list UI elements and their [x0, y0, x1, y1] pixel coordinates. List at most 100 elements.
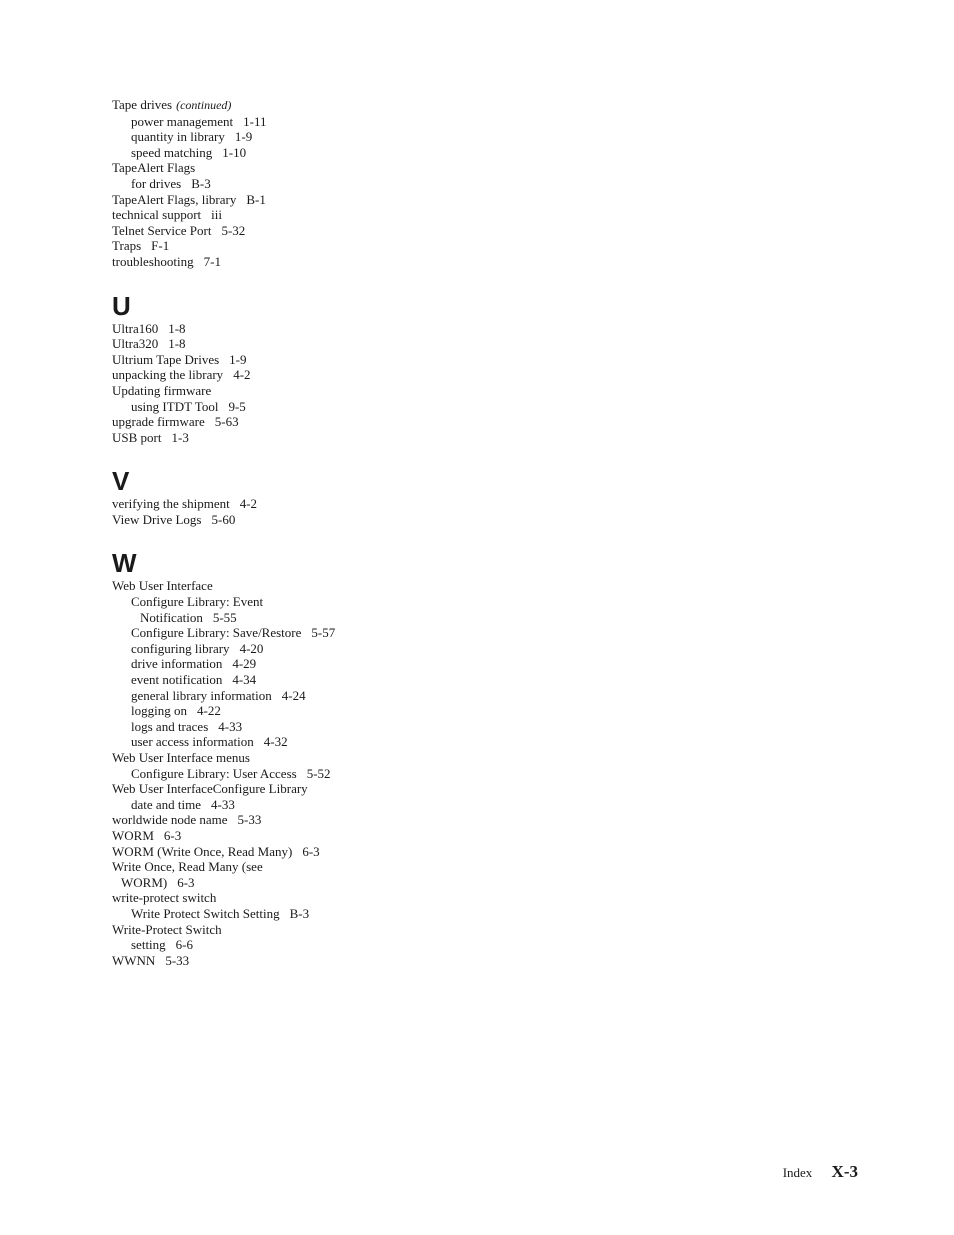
index-subentry: Write Protect Switch Setting B-3	[112, 906, 432, 922]
page-reference: 1-3	[171, 429, 189, 445]
index-subentry: Configure Library: Save/Restore 5-57	[112, 625, 432, 641]
entry-term: date and time	[131, 796, 202, 812]
entry-term: Write Protect Switch Setting	[131, 905, 280, 921]
entry-term: Configure Library: User Access	[131, 765, 297, 781]
entry-term: Web User Interface	[112, 578, 213, 594]
index-entry: View Drive Logs 5-60	[112, 512, 432, 528]
index-entry: Web User InterfaceConfigure Library	[112, 781, 432, 797]
index-subentry: WORM) 6-3	[112, 875, 432, 891]
page-reference: 5-55	[212, 609, 237, 625]
page-reference: 4-24	[281, 687, 306, 703]
page-reference: 9-5	[228, 398, 246, 414]
footer-page-number: X-3	[831, 1162, 858, 1181]
index-entry: verifying the shipment 4-2	[112, 496, 432, 512]
entry-term: Ultra320	[112, 336, 159, 352]
index-subentry: configuring library 4-20	[112, 641, 432, 657]
entry-term: write-protect switch	[112, 890, 217, 906]
entry-term: quantity in library	[131, 129, 225, 145]
index-entry: Write-Protect Switch	[112, 922, 432, 938]
page-reference: 6-3	[302, 843, 320, 859]
entry-term: Notification	[140, 609, 203, 625]
index-subentry: date and time 4-33	[112, 797, 432, 813]
entry-term: Configure Library: Event	[131, 594, 264, 610]
page-reference: 5-52	[306, 765, 331, 781]
entry-term: setting	[131, 937, 166, 953]
index-entry: WORM (Write Once, Read Many) 6-3	[112, 844, 432, 860]
entry-term: technical support	[112, 207, 202, 223]
page-reference: 4-22	[196, 703, 221, 719]
page-reference: 5-32	[221, 222, 246, 238]
index-subentry: logs and traces 4-33	[112, 719, 432, 735]
entry-term: Updating firmware	[112, 382, 212, 398]
entry-term: Web User Interface menus	[112, 750, 250, 765]
index-entry: USB port 1-3	[112, 430, 432, 446]
page-reference: 1-11	[243, 113, 267, 129]
entry-term: TapeAlert Flags	[112, 160, 196, 176]
entry-term: Web User InterfaceConfigure Library	[112, 781, 308, 797]
entry-term: configuring library	[131, 640, 230, 656]
entry-term: Telnet Service Port	[112, 222, 212, 238]
page-reference: 6-3	[163, 827, 182, 843]
entry-term: using ITDT Tool	[131, 398, 219, 414]
entry-term: logs and traces	[131, 718, 209, 734]
page-reference: 4-20	[239, 640, 264, 656]
page-reference: 5-63	[214, 414, 239, 430]
index-subentry: for drives B-3	[112, 176, 432, 192]
page-reference: 4-29	[232, 656, 257, 672]
index-entry: TapeAlert Flags	[112, 160, 432, 176]
section-letter-heading: V	[112, 466, 130, 497]
entry-term: Ultrium Tape Drives	[112, 351, 220, 367]
index-subentry: setting 6-6	[112, 937, 432, 953]
index-entry: unpacking the library 4-2	[112, 367, 432, 383]
footer-section-label: Index	[782, 1165, 813, 1180]
entry-term: Tape drives	[112, 97, 173, 112]
page-reference: iii	[211, 207, 223, 223]
continued-note: (continued)	[176, 98, 232, 112]
page-footer: Index X-3	[783, 1162, 858, 1182]
entry-term: WWNN	[112, 952, 156, 968]
entry-term: worldwide node name	[112, 812, 228, 828]
index-entry: Write Once, Read Many (see	[112, 859, 432, 875]
page-reference: 4-2	[233, 367, 251, 383]
page-reference: B-1	[246, 191, 266, 207]
page-reference: 6-6	[175, 937, 194, 953]
page-reference: 4-33	[211, 796, 235, 812]
entry-term: logging on	[131, 703, 187, 719]
page-reference: 5-33	[237, 812, 262, 828]
page-reference: 7-1	[203, 253, 221, 269]
page-reference: 4-34	[232, 672, 257, 688]
entry-term: unpacking the library	[112, 367, 224, 383]
index-entry: Traps F-1	[112, 238, 432, 254]
entry-term: event notification	[131, 672, 223, 688]
index-entry: Web User Interface menus	[112, 750, 432, 766]
index-subentry: Configure Library: Event	[112, 594, 432, 610]
entry-term: Ultra160	[112, 320, 159, 336]
index-entry: technical support iii	[112, 207, 432, 223]
index-subentry: logging on 4-22	[112, 703, 432, 719]
entry-term: troubleshooting	[112, 253, 194, 269]
entry-term: Traps	[112, 238, 142, 254]
page-reference: 6-3	[177, 874, 195, 890]
page-reference: 1-9	[229, 351, 247, 367]
index-section-w: W Web User Interface Configure Library: Ev…	[112, 550, 432, 968]
page-reference: F-1	[151, 238, 170, 254]
entry-term: verifying the shipment	[112, 496, 230, 512]
entry-term: WORM (Write Once, Read Many)	[112, 843, 293, 859]
entry-term: speed matching	[131, 144, 213, 160]
index-entry: upgrade firmware 5-63	[112, 414, 432, 430]
entry-term: for drives	[131, 175, 182, 191]
index-subentry: event notification 4-34	[112, 672, 432, 688]
index-entry: WWNN 5-33	[112, 953, 432, 969]
index-subentry: speed matching 1-10	[112, 145, 432, 161]
entry-term: upgrade firmware	[112, 414, 205, 430]
page-reference: 5-60	[211, 511, 236, 527]
entry-term: Write-Protect Switch	[112, 921, 222, 937]
index-subentry: quantity in library 1-9	[112, 129, 432, 145]
index-entry: TapeAlert Flags, library B-1	[112, 192, 432, 208]
index-entry: Telnet Service Port 5-32	[112, 223, 432, 239]
index-subentry: Configure Library: User Access 5-52	[112, 766, 432, 782]
page-reference: 5-57	[311, 625, 336, 641]
index-subentry: drive information 4-29	[112, 656, 432, 672]
page-reference: 1-8	[168, 320, 186, 336]
page-reference: 4-33	[218, 718, 243, 734]
